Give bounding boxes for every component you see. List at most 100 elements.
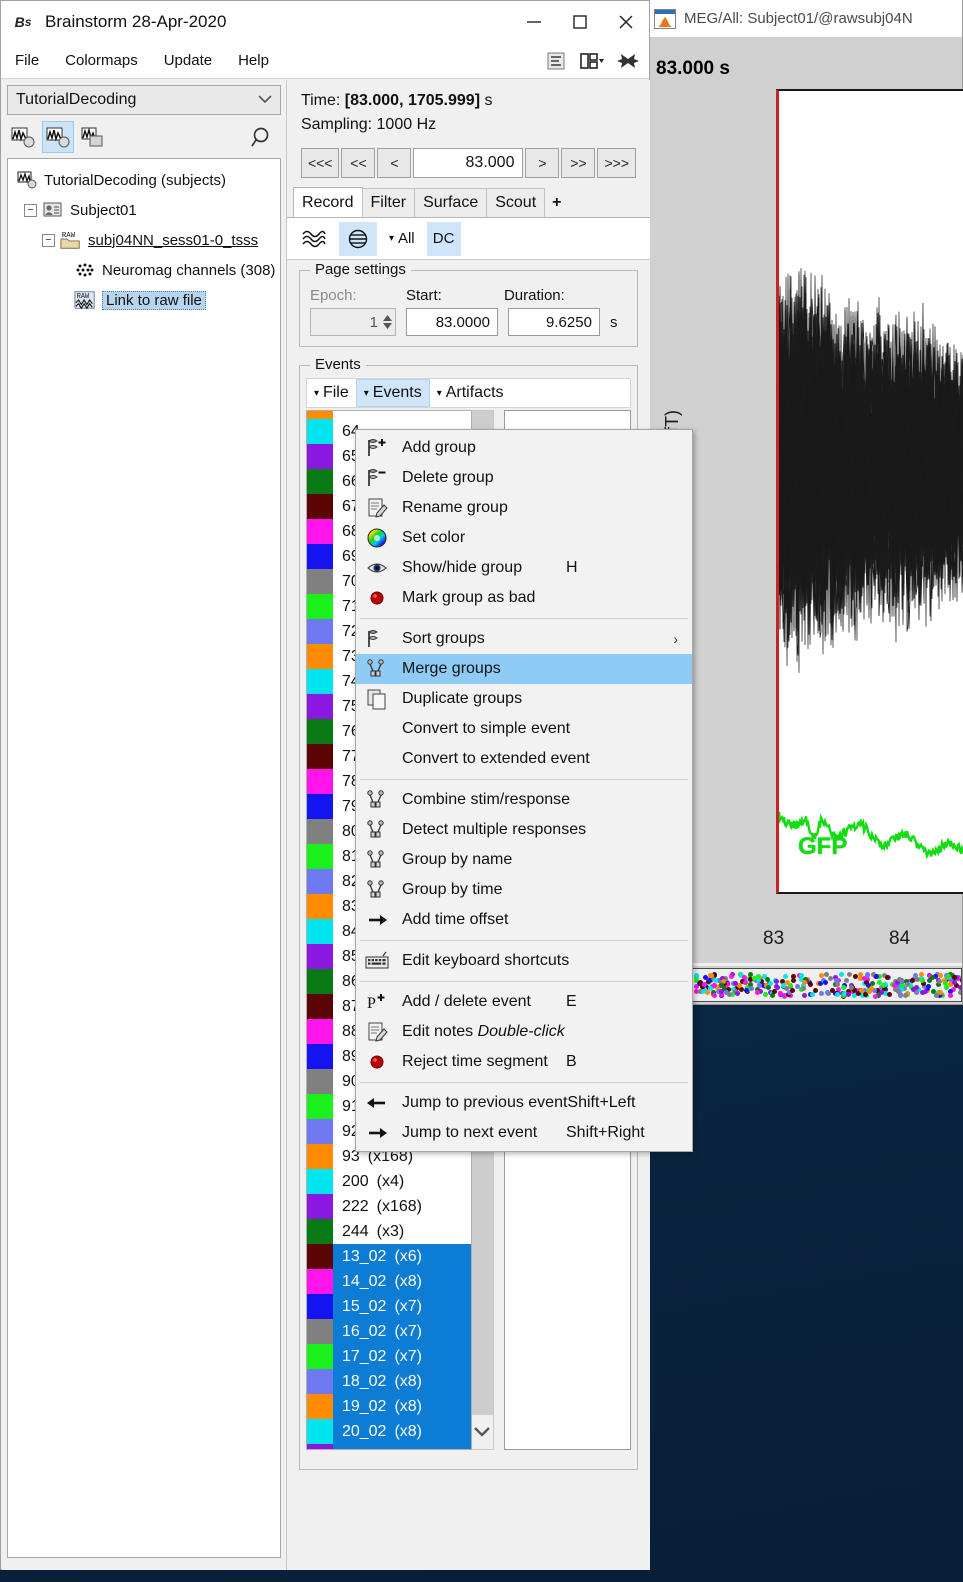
close-button[interactable] <box>603 1 649 43</box>
functional-subjects-icon[interactable] <box>42 121 74 153</box>
menu-item-shortcut: B <box>566 1053 686 1071</box>
page-back-button[interactable]: << <box>341 148 375 178</box>
jump-start-button[interactable]: <<< <box>301 148 340 178</box>
menu-item-set-color[interactable]: Set color <box>356 523 692 553</box>
menu-item-add-delete-event[interactable]: PAdd / delete eventE <box>356 987 692 1017</box>
current-time-input[interactable]: 83.000 <box>413 148 523 178</box>
menu-item-label: Group by name <box>392 851 686 869</box>
events-tab-events[interactable]: ▾ Events <box>356 379 430 407</box>
menu-item-detect-multiple-responses[interactable]: Detect multiple responses <box>356 815 692 845</box>
start-input[interactable]: 83.0000 <box>406 308 498 336</box>
menu-item-convert-to-extended-event[interactable]: Convert to extended event <box>356 744 692 774</box>
duration-input[interactable]: 9.6250 <box>508 308 600 336</box>
close-all-figures-icon[interactable] <box>613 46 643 76</box>
anatomy-explorer-icon[interactable] <box>7 121 39 153</box>
meg-window-titlebar[interactable]: MEG/All: Subject01/@rawsubj04N <box>646 0 962 38</box>
meg-events-overview[interactable] <box>692 968 962 1002</box>
start-label: Start: <box>406 287 504 304</box>
menu-item-show-hide-group[interactable]: Show/hide groupH <box>356 553 692 583</box>
menu-item-edit-notes[interactable]: Edit notes Double-click <box>356 1017 692 1047</box>
menu-item-delete-group[interactable]: Delete group <box>356 463 692 493</box>
menu-item-jump-to-next-event[interactable]: Jump to next eventShift+Right <box>356 1118 692 1148</box>
meg-plot-area[interactable]: 83.000 s 3000 2000 1000 0 -1000 -2000 -3… <box>646 38 962 963</box>
menu-help[interactable]: Help <box>236 49 271 72</box>
page-forward-button[interactable]: >> <box>561 148 595 178</box>
events-context-menu[interactable]: Add groupDelete groupRename groupSet col… <box>355 429 693 1152</box>
montage-selector[interactable]: ▾ All <box>383 222 421 256</box>
menu-item-group-by-time[interactable]: Group by time <box>356 875 692 905</box>
display-mode-butterfly-icon[interactable] <box>295 222 333 256</box>
event-list-item[interactable]: 16_02(x7) <box>307 1319 471 1344</box>
menu-file[interactable]: File <box>13 49 41 72</box>
spinner-arrows-icon[interactable] <box>382 314 393 330</box>
tree-node-subject[interactable]: − Subject01 <box>12 195 276 225</box>
event-list-item[interactable]: 18_02(x8) <box>307 1369 471 1394</box>
chevron-down-icon[interactable] <box>472 1415 493 1449</box>
event-list-item[interactable]: 14_02(x8) <box>307 1269 471 1294</box>
events-tab-file[interactable]: ▾ File <box>307 379 356 407</box>
event-list-item[interactable]: 222(x168) <box>307 1194 471 1219</box>
step-back-button[interactable]: < <box>377 148 411 178</box>
event-list-item[interactable] <box>307 411 471 419</box>
functional-conditions-icon[interactable] <box>77 121 109 153</box>
menu-update[interactable]: Update <box>162 49 214 72</box>
menu-item-duplicate-groups[interactable]: Duplicate groups <box>356 684 692 714</box>
tab-record[interactable]: Record <box>293 187 363 217</box>
menu-separator <box>360 940 688 941</box>
event-list-item[interactable]: 200(x4) <box>307 1169 471 1194</box>
menu-item-combine-stim-response[interactable]: Combine stim/response <box>356 785 692 815</box>
montage-selector-label: All <box>398 230 415 247</box>
menu-item-reject-time-segment[interactable]: Reject time segmentB <box>356 1047 692 1077</box>
epoch-stepper[interactable]: 1 <box>310 308 396 336</box>
event-list-item[interactable]: 19_02(x8) <box>307 1394 471 1419</box>
tree-expander[interactable]: − <box>42 234 55 247</box>
event-name-label: 17_02 <box>333 1348 387 1366</box>
search-icon[interactable] <box>246 121 278 153</box>
tree-expander[interactable]: − <box>24 204 37 217</box>
minimize-button[interactable] <box>511 1 557 43</box>
dc-offset-button[interactable]: DC <box>427 222 461 256</box>
menu-item-add-time-offset[interactable]: Add time offset <box>356 905 692 935</box>
events-tab-artifacts[interactable]: ▾ Artifacts <box>430 379 511 407</box>
display-mode-column-icon[interactable] <box>339 222 377 256</box>
tree-node-link-to-raw[interactable]: RAW Link to raw file <box>12 285 276 315</box>
maximize-button[interactable] <box>557 1 603 43</box>
jump-end-button[interactable]: >>> <box>597 148 636 178</box>
event-list-item[interactable]: 20_02(x8) <box>307 1419 471 1444</box>
menu-item-rename-group[interactable]: Rename group <box>356 493 692 523</box>
tab-add[interactable]: + <box>544 188 569 217</box>
menu-item-edit-keyboard-shortcuts[interactable]: Edit keyboard shortcuts <box>356 946 692 976</box>
menu-item-mark-group-as-bad[interactable]: Mark group as bad <box>356 583 692 613</box>
menu-item-group-by-name[interactable]: Group by name <box>356 845 692 875</box>
event-count-label: (x7) <box>386 1298 422 1316</box>
event-list-item[interactable]: 244(x3) <box>307 1219 471 1244</box>
layout-list-icon[interactable] <box>541 46 571 76</box>
database-tree[interactable]: TutorialDecoding (subjects) − <box>7 158 281 1558</box>
event-color-swatch <box>307 444 333 469</box>
window-layout-icon[interactable] <box>577 46 607 76</box>
menu-item-convert-to-simple-event[interactable]: Convert to simple event <box>356 714 692 744</box>
event-list-item[interactable]: 15_02(x7) <box>307 1294 471 1319</box>
menu-item-sort-groups[interactable]: Sort groups› <box>356 624 692 654</box>
menu-colormaps[interactable]: Colormaps <box>63 49 140 72</box>
event-list-item[interactable]: 21_02(x8) <box>307 1444 471 1450</box>
jump-previous-icon <box>362 1091 392 1115</box>
tree-node-protocol[interactable]: TutorialDecoding (subjects) <box>12 165 276 195</box>
tree-node-raw-folder[interactable]: − RAW subj04NN_sess01-0_tsss <box>12 225 276 255</box>
tab-filter[interactable]: Filter <box>362 188 416 217</box>
meg-signal-axes[interactable] <box>776 89 963 894</box>
tab-scout[interactable]: Scout <box>486 188 545 217</box>
tree-node-channels[interactable]: Neuromag channels (308) <box>12 255 276 285</box>
event-list-item[interactable]: 13_02(x6) <box>307 1244 471 1269</box>
sort-groups-icon <box>362 627 392 651</box>
event-list-item[interactable]: 17_02(x7) <box>307 1344 471 1369</box>
step-forward-button[interactable]: > <box>525 148 559 178</box>
protocol-selector[interactable]: TutorialDecoding <box>7 85 281 115</box>
duration-unit: s <box>610 314 618 331</box>
event-color-swatch <box>307 969 333 994</box>
window-titlebar[interactable]: Bs Brainstorm 28-Apr-2020 <box>1 1 649 43</box>
tab-surface[interactable]: Surface <box>414 188 487 217</box>
menu-item-jump-to-previous-event[interactable]: Jump to previous eventShift+Left <box>356 1088 692 1118</box>
menu-item-merge-groups[interactable]: Merge groups <box>356 654 692 684</box>
menu-item-add-group[interactable]: Add group <box>356 433 692 463</box>
